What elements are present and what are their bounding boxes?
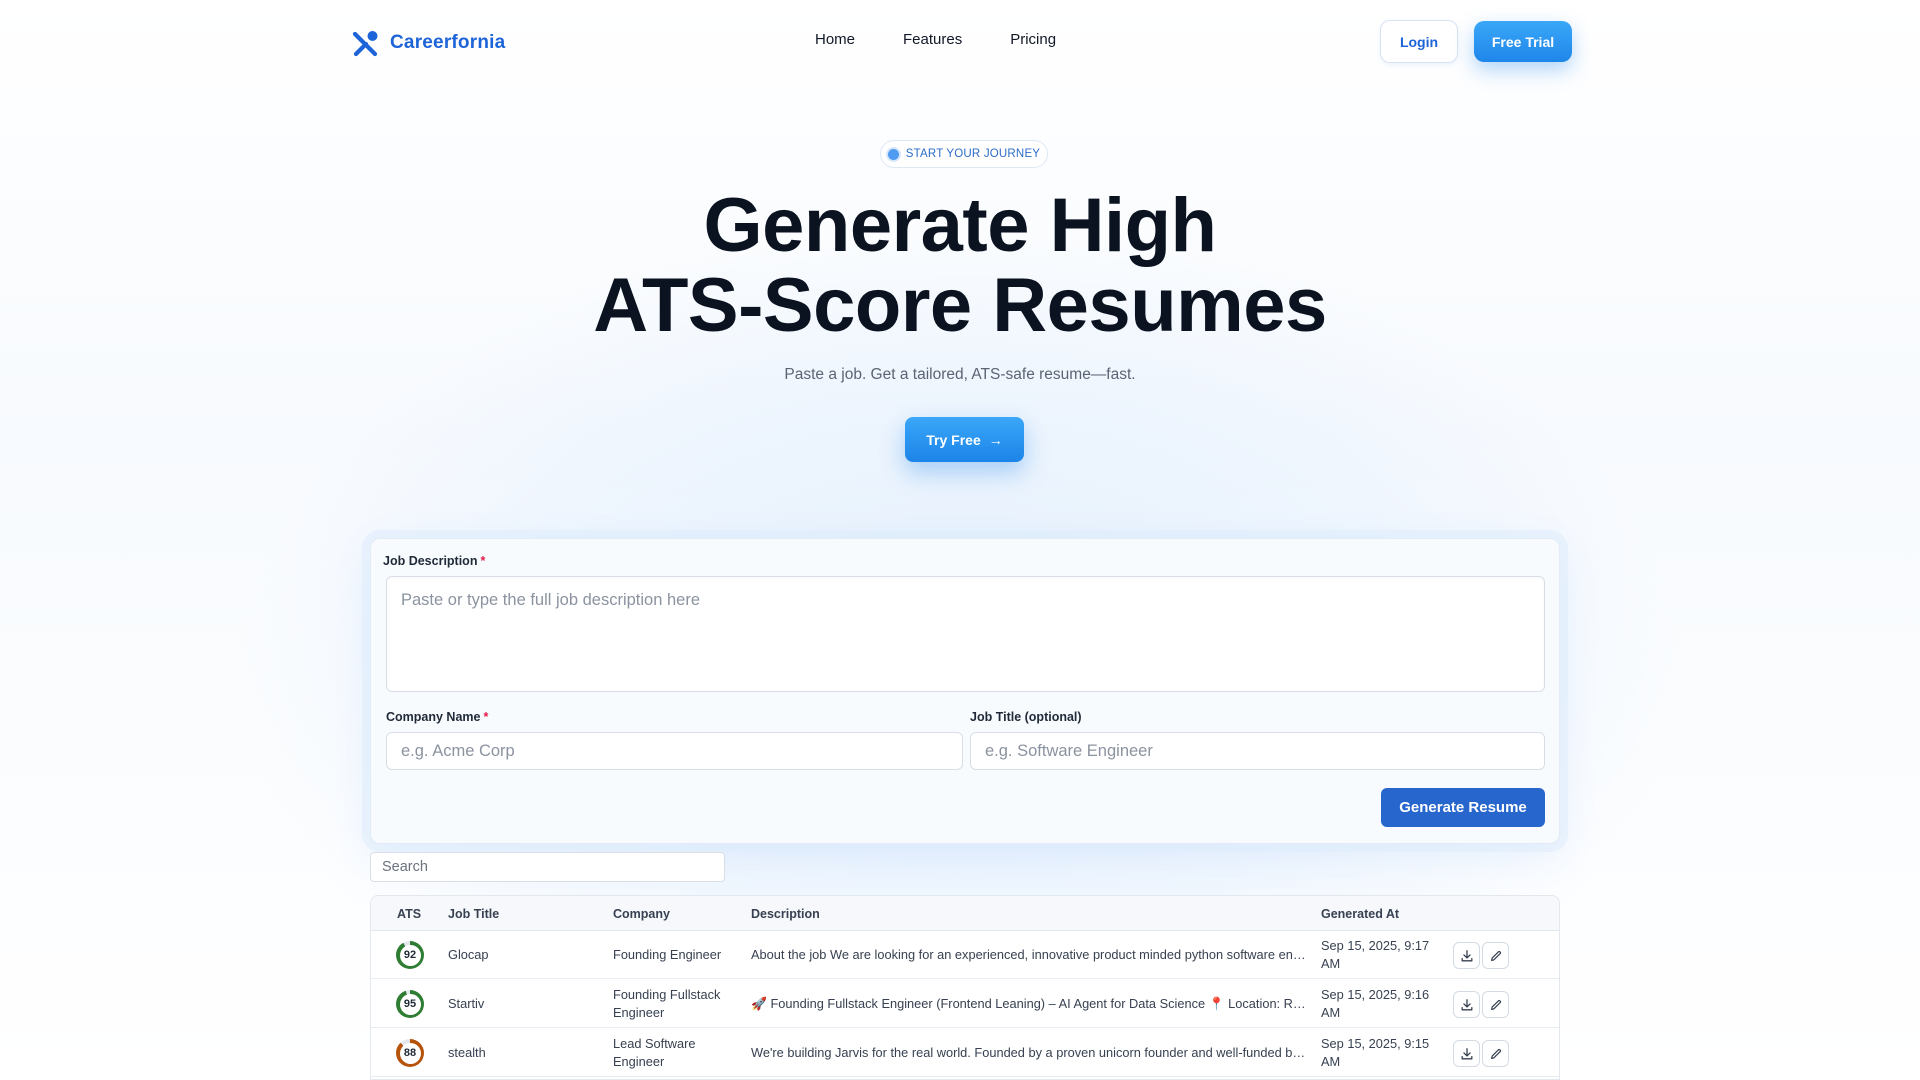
ats-score-value: 92 (399, 944, 421, 966)
company-name-label: Company Name * (386, 710, 488, 724)
edit-button[interactable] (1482, 942, 1509, 969)
row-company: Lead Software Engineer (613, 1035, 696, 1071)
ats-score-value: 95 (399, 993, 421, 1015)
nav-home-link[interactable]: Home (815, 31, 855, 48)
try-free-label: Try Free (926, 431, 981, 448)
generated-at-line-2: AM (1321, 956, 1341, 971)
hero-title-line-1: Generate High (703, 183, 1217, 268)
free-trial-button[interactable]: Free Trial (1474, 21, 1572, 62)
company-line-1: Lead Software (613, 1036, 696, 1051)
hero-subtitle: Paste a job. Get a tailored, ATS-safe re… (784, 366, 1136, 383)
company-name-input[interactable]: e.g. Acme Corp (386, 732, 963, 770)
row-description: We're building Jarvis for the real world… (751, 1045, 1311, 1060)
download-icon (1461, 1047, 1472, 1059)
row-job-title: Startiv (448, 996, 485, 1011)
careerfornia-logo-icon (352, 31, 378, 57)
table-row[interactable]: 92 Glocap Founding Engineer About the jo… (371, 931, 1559, 979)
job-description-textarea[interactable]: Paste or type the full job description h… (386, 576, 1545, 692)
table-header: ATS Job Title Company Description Genera… (371, 896, 1559, 931)
login-button[interactable]: Login (1380, 20, 1458, 63)
nav-links: Home Features Pricing (815, 31, 1056, 48)
search-input[interactable]: Search (370, 852, 725, 882)
brand-name: Careerfornia (390, 32, 506, 53)
badge-label: START YOUR JOURNEY (905, 148, 1041, 160)
company-line-2: Engineer (613, 1005, 665, 1020)
required-asterisk: * (480, 554, 486, 568)
edit-pencil-icon (1490, 950, 1501, 961)
generated-at-line-1: Sep 15, 2025, 9:17 (1321, 938, 1430, 953)
generated-at-line-2: AM (1321, 1054, 1341, 1069)
ats-score-value: 88 (399, 1042, 421, 1064)
hero-title-line-2: ATS-Score Resumes (593, 263, 1327, 348)
generated-at-line-1: Sep 15, 2025, 9:15 (1321, 1036, 1430, 1051)
start-journey-badge: START YOUR JOURNEY (880, 140, 1048, 168)
top-nav: Careerfornia Home Features Pricing Login… (0, 0, 1920, 84)
edit-pencil-icon (1490, 999, 1501, 1010)
hero-title: Generate High ATS-Score Resumes (460, 186, 1460, 346)
job-description-label-text: Job Description (383, 554, 478, 568)
row-description: About the job We are looking for an expe… (751, 947, 1311, 962)
column-header-description[interactable]: Description (751, 907, 820, 921)
row-job-title: stealth (448, 1045, 486, 1060)
download-button[interactable] (1453, 991, 1480, 1018)
ats-score-ring: 92 (396, 941, 424, 969)
ats-score-ring: 88 (396, 1039, 424, 1067)
nav-pricing-link[interactable]: Pricing (1010, 31, 1056, 48)
edit-button[interactable] (1482, 991, 1509, 1018)
company-name-label-text: Company Name (386, 710, 481, 724)
company-line-1: Founding Fullstack (613, 987, 721, 1002)
arrow-right-icon: → (988, 431, 1003, 448)
badge-dot-icon (887, 148, 899, 160)
job-title-label: Job Title (optional) (970, 710, 1082, 724)
required-asterisk: * (483, 710, 489, 724)
brand-logo-link[interactable]: Careerfornia (352, 28, 505, 58)
row-company: Founding Fullstack Engineer (613, 986, 720, 1022)
table-row[interactable]: 95 Startiv Founding Fullstack Engineer 🚀… (371, 980, 1559, 1028)
edit-pencil-icon (1490, 1048, 1501, 1059)
generate-resume-button[interactable]: Generate Resume (1381, 788, 1545, 827)
column-header-ats[interactable]: ATS (397, 907, 421, 921)
company-line-2: Engineer (613, 1054, 665, 1069)
ats-score-ring: 95 (396, 990, 424, 1018)
job-title-input[interactable]: e.g. Software Engineer (970, 732, 1545, 770)
column-header-generated-at[interactable]: Generated At (1321, 907, 1399, 921)
table-row[interactable]: 88 stealth Lead Software Engineer We're … (371, 1029, 1559, 1077)
row-job-title: Glocap (448, 947, 489, 962)
row-company: Founding Engineer (613, 947, 722, 962)
edit-button[interactable] (1482, 1040, 1509, 1067)
resume-generator-form: Job Description * Paste or type the full … (370, 538, 1560, 844)
generated-at-line-2: AM (1321, 1005, 1341, 1020)
row-generated-at: Sep 15, 2025, 9:15 AM (1321, 1035, 1429, 1071)
row-generated-at: Sep 15, 2025, 9:17 AM (1321, 937, 1429, 973)
row-description: 🚀 Founding Fullstack Engineer (Frontend … (751, 996, 1311, 1011)
download-icon (1461, 949, 1472, 961)
try-free-button[interactable]: Try Free → (905, 417, 1024, 462)
column-header-job-title[interactable]: Job Title (448, 907, 499, 921)
row-generated-at: Sep 15, 2025, 9:16 AM (1321, 986, 1429, 1022)
resumes-table: ATS Job Title Company Description Genera… (370, 895, 1560, 1080)
column-header-company[interactable]: Company (613, 907, 670, 921)
download-icon (1461, 998, 1472, 1010)
download-button[interactable] (1453, 942, 1480, 969)
job-description-label: Job Description * (383, 554, 485, 568)
nav-features-link[interactable]: Features (903, 31, 962, 48)
download-button[interactable] (1453, 1040, 1480, 1067)
generated-at-line-1: Sep 15, 2025, 9:16 (1321, 987, 1430, 1002)
